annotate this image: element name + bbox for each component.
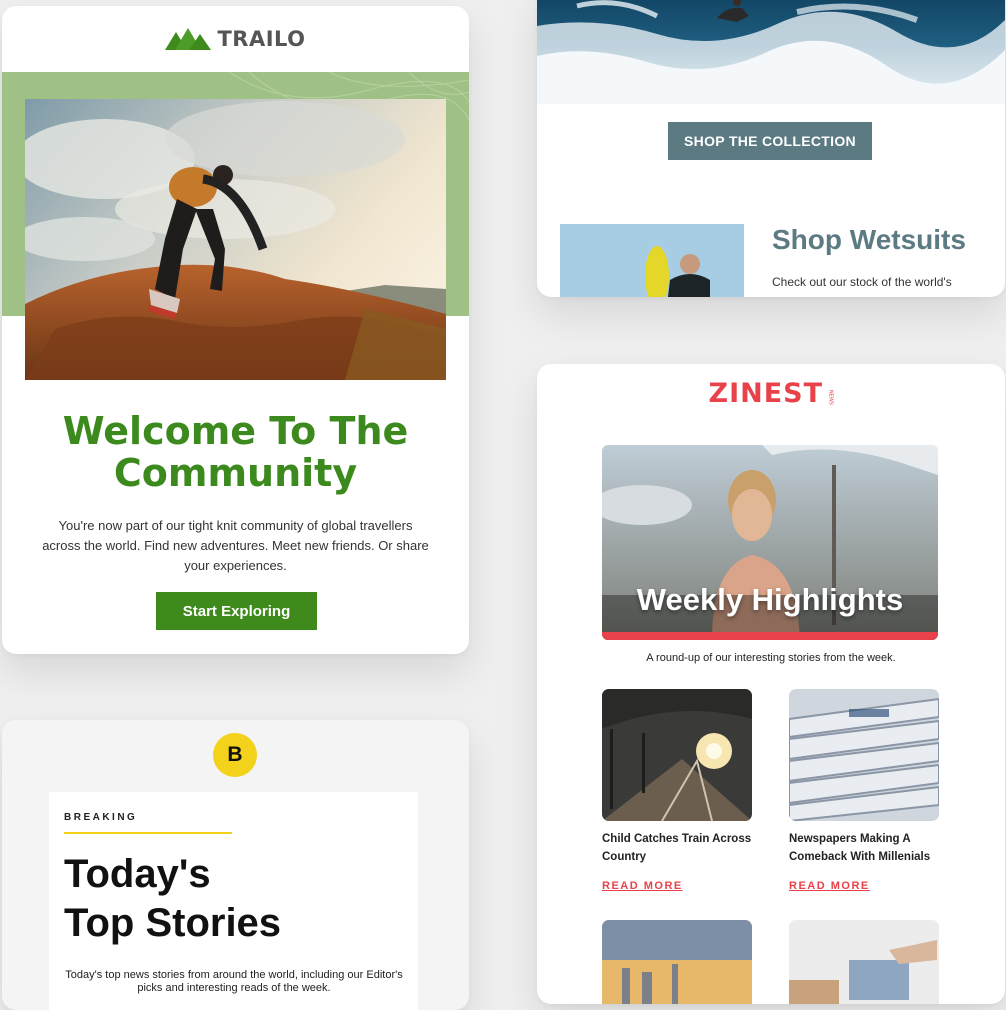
weekly-highlights-heading: Weekly Highlights [636, 582, 904, 617]
trailo-logo-text: TRAILO [217, 27, 306, 51]
breaking-underline [64, 832, 232, 834]
b-news-content: BREAKING Today's Top Stories Today's top… [49, 792, 418, 1010]
b-news-email-card: B BREAKING Today's Top Stories Today's t… [2, 720, 469, 1010]
breaking-label: BREAKING [64, 812, 138, 823]
b-logo: B [213, 733, 257, 777]
trailo-header: TRAILO [2, 6, 469, 72]
clothes-story-image[interactable] [789, 920, 939, 1004]
welcome-body-text: You're now part of our tight knit commun… [42, 518, 429, 573]
read-more-link-newspapers[interactable]: READ MORE [789, 880, 870, 892]
shop-the-collection-button[interactable]: SHOP THE COLLECTION [668, 122, 872, 160]
welcome-heading: Welcome To The Community [2, 410, 469, 494]
surf-wave-hero-image [537, 0, 1005, 104]
hiker-hero-image [25, 99, 446, 380]
welcome-heading-line1: Welcome To The [62, 409, 409, 453]
welcome-heading-line2: Community [113, 451, 358, 495]
zinest-logo: ZINEST NEWS [537, 378, 1005, 409]
zinest-logo-subtext: NEWS [827, 390, 834, 406]
shop-wetsuits-heading: Shop Wetsuits [772, 224, 966, 255]
mountain-logo-icon [165, 28, 212, 50]
train-story-image[interactable] [602, 689, 752, 821]
zinest-logo-text: ZINEST [708, 378, 824, 409]
trailo-email-card: TRAILO Welcome To The Community You're n… [2, 6, 469, 654]
start-exploring-button[interactable]: Start Exploring [156, 592, 317, 630]
weekly-highlights-hero: Weekly Highlights [602, 445, 938, 640]
wetsuit-thumbnail-image [560, 224, 744, 297]
hero-accent-bar [602, 632, 938, 640]
weekly-subtitle: A round-up of our interesting stories fr… [646, 652, 896, 664]
top-stories-heading-line2: Top Stories [64, 901, 282, 945]
story-title-newspapers[interactable]: Newspapers Making A Comeback With Millen… [789, 830, 949, 866]
newspapers-story-image[interactable] [789, 689, 939, 821]
surf-email-card: SHOP THE COLLECTION Shop Wetsuits Check … [537, 0, 1005, 297]
top-stories-body-text: Today's top news stories from around the… [65, 969, 403, 994]
read-more-link-train[interactable]: READ MORE [602, 880, 683, 892]
story-title-train[interactable]: Child Catches Train Across Country [602, 830, 762, 866]
shop-wetsuits-text: Check out our stock of the world's [772, 275, 952, 289]
top-stories-heading-line1: Today's [64, 852, 211, 896]
city-story-image[interactable] [602, 920, 752, 1004]
top-stories-heading: Today's Top Stories [64, 850, 281, 948]
zinest-email-card: ZINEST NEWS Weekly Highlights A round-up… [537, 364, 1005, 1004]
